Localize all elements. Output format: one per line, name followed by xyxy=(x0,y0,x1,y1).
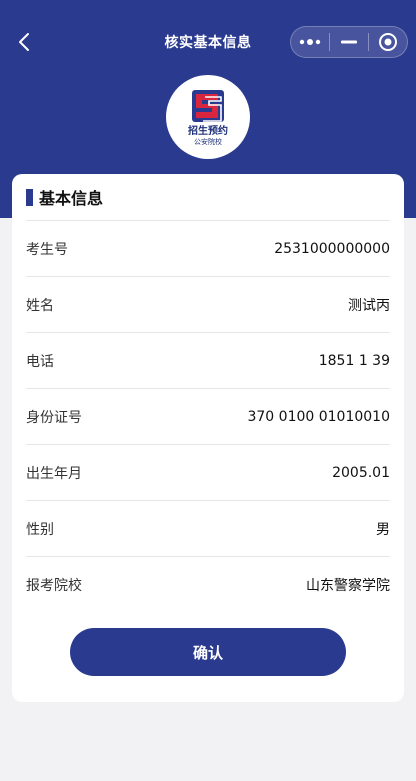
info-list: 考生号 2531000000000 姓名 测试丙 电话 1851 1 39 身份… xyxy=(26,220,390,612)
mini-program-capsule xyxy=(290,26,408,58)
row-label: 考生号 xyxy=(26,241,68,258)
row-value: 1851 1 39 xyxy=(318,352,390,369)
info-row-gender: 性别 男 xyxy=(26,500,390,556)
info-row-candidate-number: 考生号 2531000000000 xyxy=(26,220,390,276)
info-row-name: 姓名 测试丙 xyxy=(26,276,390,332)
row-label: 身份证号 xyxy=(26,409,82,426)
row-value: 2005.01 xyxy=(332,464,390,481)
info-row-birth-date: 出生年月 2005.01 xyxy=(26,444,390,500)
logo-subtitle: 公安院校 xyxy=(194,137,222,146)
info-card: 基本信息 考生号 2531000000000 姓名 测试丙 电话 1851 1 … xyxy=(12,174,404,702)
info-row-school: 报考院校 山东警察学院 xyxy=(26,556,390,612)
info-row-id-number: 身份证号 370 0100 01010010 xyxy=(26,388,390,444)
section-header: 基本信息 xyxy=(26,186,103,208)
target-circle-icon xyxy=(378,33,397,51)
row-label: 性别 xyxy=(26,521,54,538)
section-title: 基本信息 xyxy=(39,189,104,208)
row-value: 山东警察学院 xyxy=(306,577,390,594)
section-accent-bar xyxy=(26,188,33,206)
more-dots-icon xyxy=(299,39,321,45)
row-value: 测试丙 xyxy=(348,297,390,314)
minimize-button[interactable] xyxy=(330,27,368,57)
row-label: 出生年月 xyxy=(26,465,82,482)
more-button[interactable] xyxy=(291,27,329,57)
row-label: 报考院校 xyxy=(26,577,82,594)
nav-bar: 核实基本信息 xyxy=(0,0,416,84)
row-value: 2531000000000 xyxy=(274,240,390,257)
confirm-button[interactable]: 确认 xyxy=(70,628,346,676)
row-value: 370 0100 01010010 xyxy=(247,408,390,425)
logo-title: 招生预约 xyxy=(188,125,228,137)
row-label: 电话 xyxy=(26,353,54,370)
app-logo: 招生预约 公安院校 xyxy=(166,75,250,159)
row-value: 男 xyxy=(376,521,390,538)
minus-icon xyxy=(340,40,357,44)
logo-mark-icon xyxy=(192,89,224,122)
close-button[interactable] xyxy=(369,27,407,57)
row-label: 姓名 xyxy=(26,297,54,314)
info-row-phone: 电话 1851 1 39 xyxy=(26,332,390,388)
